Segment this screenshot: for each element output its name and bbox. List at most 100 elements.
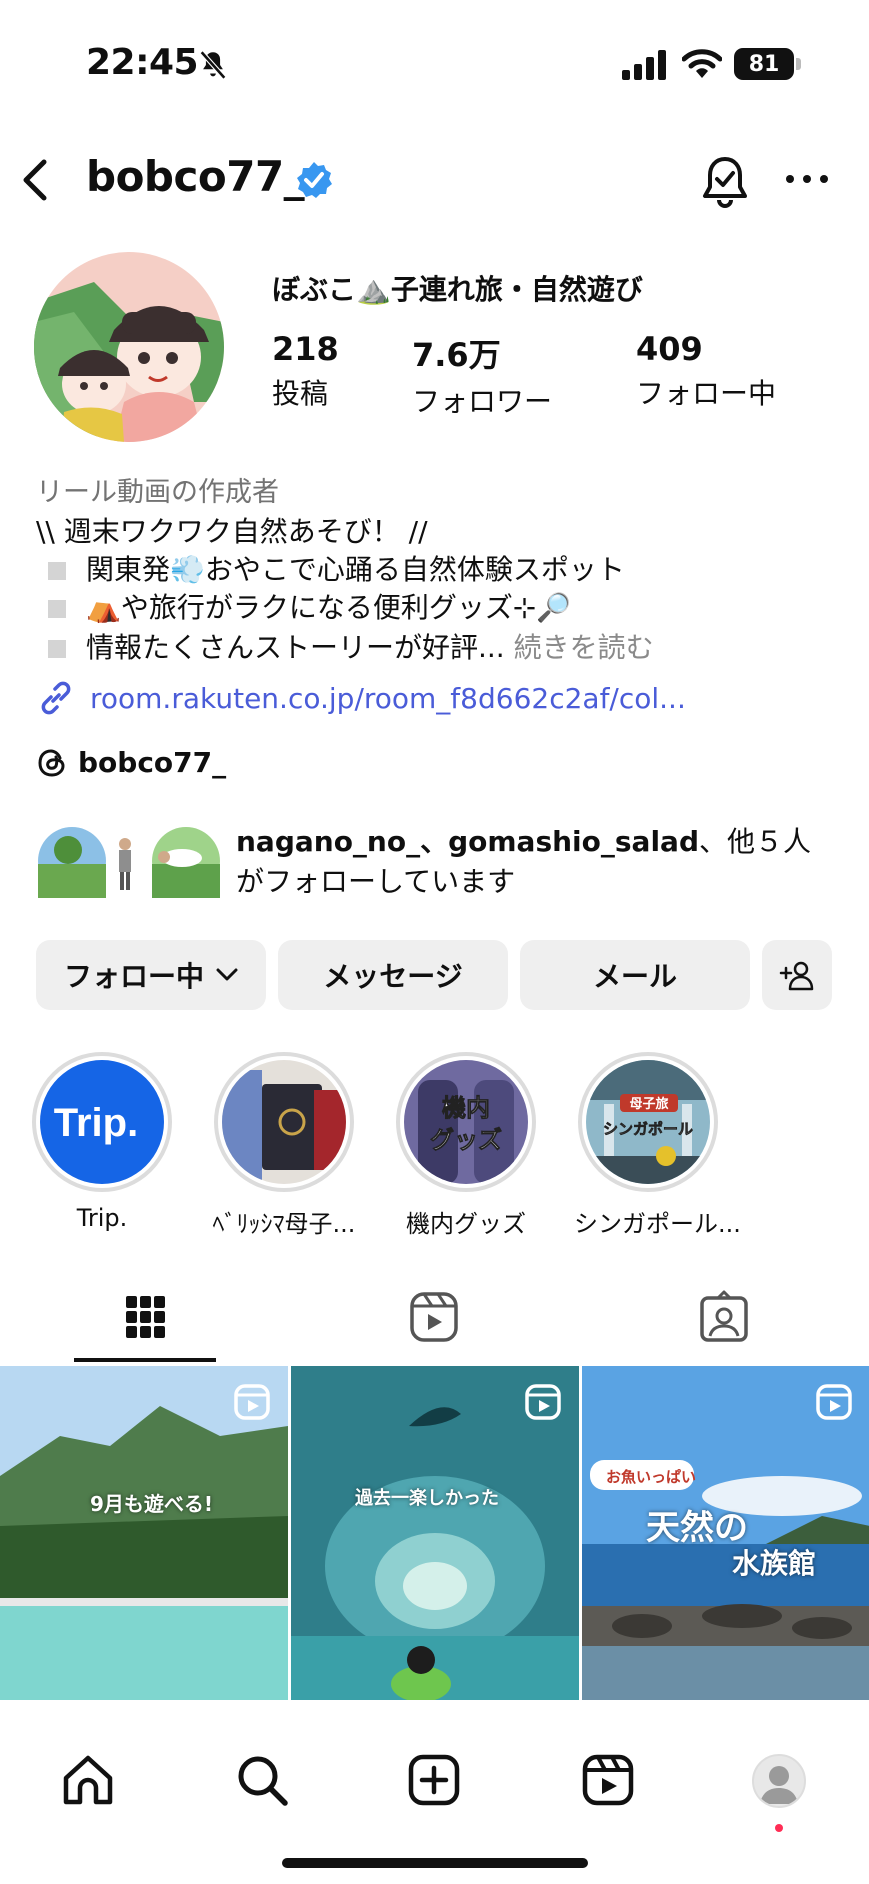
- default-avatar-icon: [760, 1766, 798, 1804]
- post-tile[interactable]: お魚いっぱい 天然の 水族館: [582, 1366, 869, 1700]
- svg-text:グッズ: グッズ: [430, 1126, 502, 1154]
- svg-text:シンガポール: シンガポール: [603, 1120, 693, 1138]
- posts-grid: 9月も遊べる! 過去一楽しかった お魚いっぱい 天然の 水族館: [0, 1366, 869, 1700]
- avatar-illustration: [34, 252, 224, 442]
- followers-stat[interactable]: 7.6万 フォロワー: [412, 330, 552, 420]
- threads-icon: [38, 748, 65, 777]
- followers-label: フォロワー: [412, 385, 553, 418]
- following-label: フォロー中: [636, 377, 777, 410]
- story-highlight-singapore[interactable]: 母子旅 シンガポール シンガポール...: [574, 1052, 741, 1239]
- posts-label: 投稿: [272, 377, 329, 410]
- reels-tab-icon[interactable]: [404, 1290, 464, 1346]
- post-caption-line-2: 水族館: [732, 1547, 817, 1580]
- read-more-link[interactable]: 続きを読む: [514, 631, 654, 664]
- highlight-label: 機内グッズ: [406, 1210, 526, 1238]
- profile-avatar[interactable]: [34, 252, 224, 442]
- following-button[interactable]: フォロー中: [36, 940, 266, 1010]
- reel-badge-icon: [234, 1384, 270, 1420]
- profile-link[interactable]: room.rakuten.co.jp/room_f8d662c2af/col..…: [36, 676, 686, 720]
- bio-line-4: 情報たくさんストーリーが好評... 続きを読む: [36, 626, 654, 666]
- add-user-icon: [779, 961, 814, 991]
- story-highlight-inflight-goods[interactable]: 機内 グッズ 機内グッズ: [392, 1052, 540, 1239]
- bio-line-3: ⛺や旅行がラクになる便利グッズ⊹🔎: [36, 586, 571, 626]
- highlight-cover: Trip.: [40, 1060, 164, 1184]
- svg-text:母子旅: 母子旅: [629, 1096, 668, 1112]
- passport-image: [222, 1060, 346, 1184]
- svg-text:機内: 機内: [442, 1094, 490, 1122]
- bottom-navigation: [0, 1700, 869, 1884]
- highlight-cover: 機内 グッズ: [404, 1060, 528, 1184]
- highlight-label: ﾍﾞﾘｯｼﾏ母子...: [212, 1210, 356, 1238]
- post-tile[interactable]: 9月も遊べる!: [0, 1366, 288, 1700]
- posts-count: 218: [272, 330, 339, 368]
- verified-badge-icon: [297, 162, 332, 198]
- bio-line-2: 関東発💨おやこで心踊る自然体験スポット: [36, 548, 625, 588]
- bio-line-1: \\ 週末ワクワク自然あそび！ //: [36, 515, 428, 548]
- battery-cap: [796, 58, 801, 70]
- highlight-ring: 機内 グッズ: [396, 1052, 536, 1192]
- chevron-down-icon: [216, 968, 238, 981]
- highlight-ring: [214, 1052, 354, 1192]
- story-highlight-trip[interactable]: Trip. Trip.: [28, 1052, 176, 1232]
- highlight-label: シンガポール...: [574, 1210, 741, 1238]
- highlight-label: Trip.: [76, 1204, 128, 1232]
- bullet-square-icon: [48, 562, 66, 580]
- link-icon: [41, 681, 71, 715]
- bio-line-4-text: 情報たくさんストーリーが好評...: [86, 631, 505, 664]
- threads-username: bobco77_: [78, 746, 227, 779]
- highlight-ring: 母子旅 シンガポール: [578, 1052, 718, 1192]
- bio-line-3-text: ⛺や旅行がラクになる便利グッズ⊹🔎: [86, 591, 572, 624]
- profile-header: bobco77_: [0, 140, 869, 220]
- grid-tab-icon[interactable]: [116, 1290, 176, 1346]
- mutual-followers-avatars[interactable]: [36, 824, 222, 898]
- profile-tab-avatar[interactable]: [752, 1754, 806, 1808]
- followers-count: 7.6万: [412, 336, 501, 374]
- suggest-users-button[interactable]: [762, 940, 832, 1010]
- battery-indicator: 81: [734, 48, 794, 80]
- home-icon[interactable]: [60, 1752, 116, 1808]
- mutual-followers-text[interactable]: nagano_no_、gomashio_salad、他５人がフォローしています: [236, 822, 836, 902]
- notification-dot: [775, 1824, 783, 1832]
- mutual-follower-names: nagano_no_、gomashio_salad: [236, 825, 699, 858]
- back-arrow-icon[interactable]: [16, 156, 56, 204]
- post-tile[interactable]: 過去一楽しかった: [291, 1366, 579, 1700]
- tagged-tab-icon[interactable]: [694, 1290, 754, 1346]
- email-button-label: メール: [592, 960, 677, 993]
- threads-badge[interactable]: bobco77_: [36, 746, 226, 779]
- story-highlight-bellissima[interactable]: ﾍﾞﾘｯｼﾏ母子...: [210, 1052, 358, 1239]
- profile-category: リール動画の作成者: [36, 477, 279, 508]
- svg-text:Trip.: Trip.: [54, 1101, 138, 1145]
- message-button-label: メッセージ: [323, 960, 463, 993]
- more-options-icon[interactable]: [784, 166, 830, 192]
- reel-badge-icon: [816, 1384, 852, 1420]
- search-icon[interactable]: [234, 1752, 290, 1808]
- bio-line-2-text: 関東発💨おやこで心踊る自然体験スポット: [86, 553, 625, 586]
- create-post-icon[interactable]: [406, 1752, 462, 1808]
- following-count: 409: [636, 330, 703, 368]
- profile-link-text[interactable]: room.rakuten.co.jp/room_f8d662c2af/col..…: [90, 682, 686, 715]
- reels-icon[interactable]: [580, 1752, 636, 1808]
- notification-bell-icon[interactable]: [700, 154, 750, 208]
- post-caption: 過去一楽しかった: [355, 1488, 499, 1509]
- mutual-avatars-illustration: [38, 827, 220, 898]
- trip-logo-icon: Trip.: [40, 1060, 164, 1184]
- inflight-image: 機内 グッズ: [404, 1060, 528, 1184]
- reel-badge-icon: [525, 1384, 561, 1420]
- display-name: ぼぶこ⛰️子連れ旅・自然遊び: [272, 273, 643, 306]
- status-time: 22:45: [86, 42, 199, 83]
- singapore-image: 母子旅 シンガポール: [586, 1060, 710, 1184]
- cellular-signal-icon: [622, 50, 666, 80]
- message-button[interactable]: メッセージ: [278, 940, 508, 1010]
- bell-off-icon: [199, 50, 227, 80]
- post-caption-small: お魚いっぱい: [606, 1468, 697, 1486]
- status-bar: 22:45 81: [0, 0, 869, 120]
- highlight-ring: Trip.: [32, 1052, 172, 1192]
- post-caption: 9月も遊べる!: [90, 1492, 214, 1516]
- following-stat[interactable]: 409 フォロー中: [636, 330, 776, 412]
- bullet-square-icon: [48, 600, 66, 618]
- posts-stat[interactable]: 218 投稿: [272, 330, 339, 412]
- email-button[interactable]: メール: [520, 940, 750, 1010]
- home-indicator: [282, 1858, 588, 1868]
- bullet-square-icon: [48, 640, 66, 658]
- header-username: bobco77_: [86, 152, 305, 201]
